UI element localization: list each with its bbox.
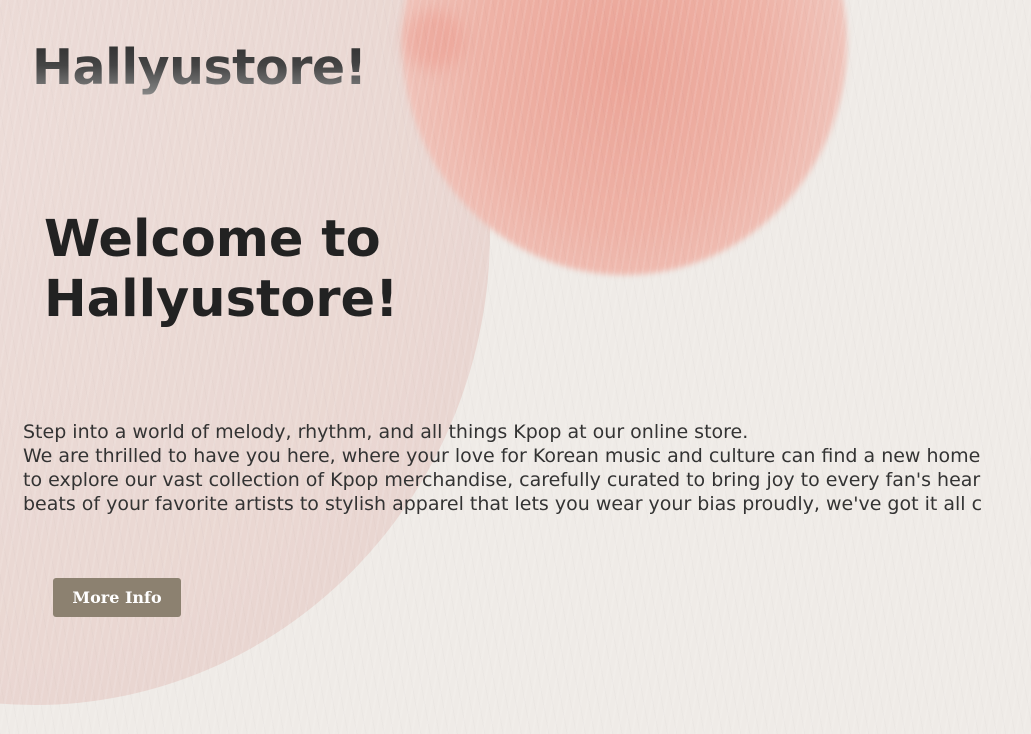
hero-headline: Welcome to Hallyustore!: [44, 210, 399, 329]
paper-texture: [0, 0, 1031, 734]
background-art: [0, 0, 1031, 734]
intro-line: to explore our vast collection of Kpop m…: [23, 469, 981, 491]
site-logo[interactable]: Hallyustore!: [32, 40, 367, 96]
more-info-button[interactable]: More Info: [53, 578, 181, 617]
hero-intro: Step into a world of melody, rhythm, and…: [23, 420, 982, 516]
intro-line: We are thrilled to have you here, where …: [23, 445, 981, 467]
intro-line: beats of your favorite artists to stylis…: [23, 493, 983, 515]
intro-line: Step into a world of melody, rhythm, and…: [23, 421, 749, 443]
